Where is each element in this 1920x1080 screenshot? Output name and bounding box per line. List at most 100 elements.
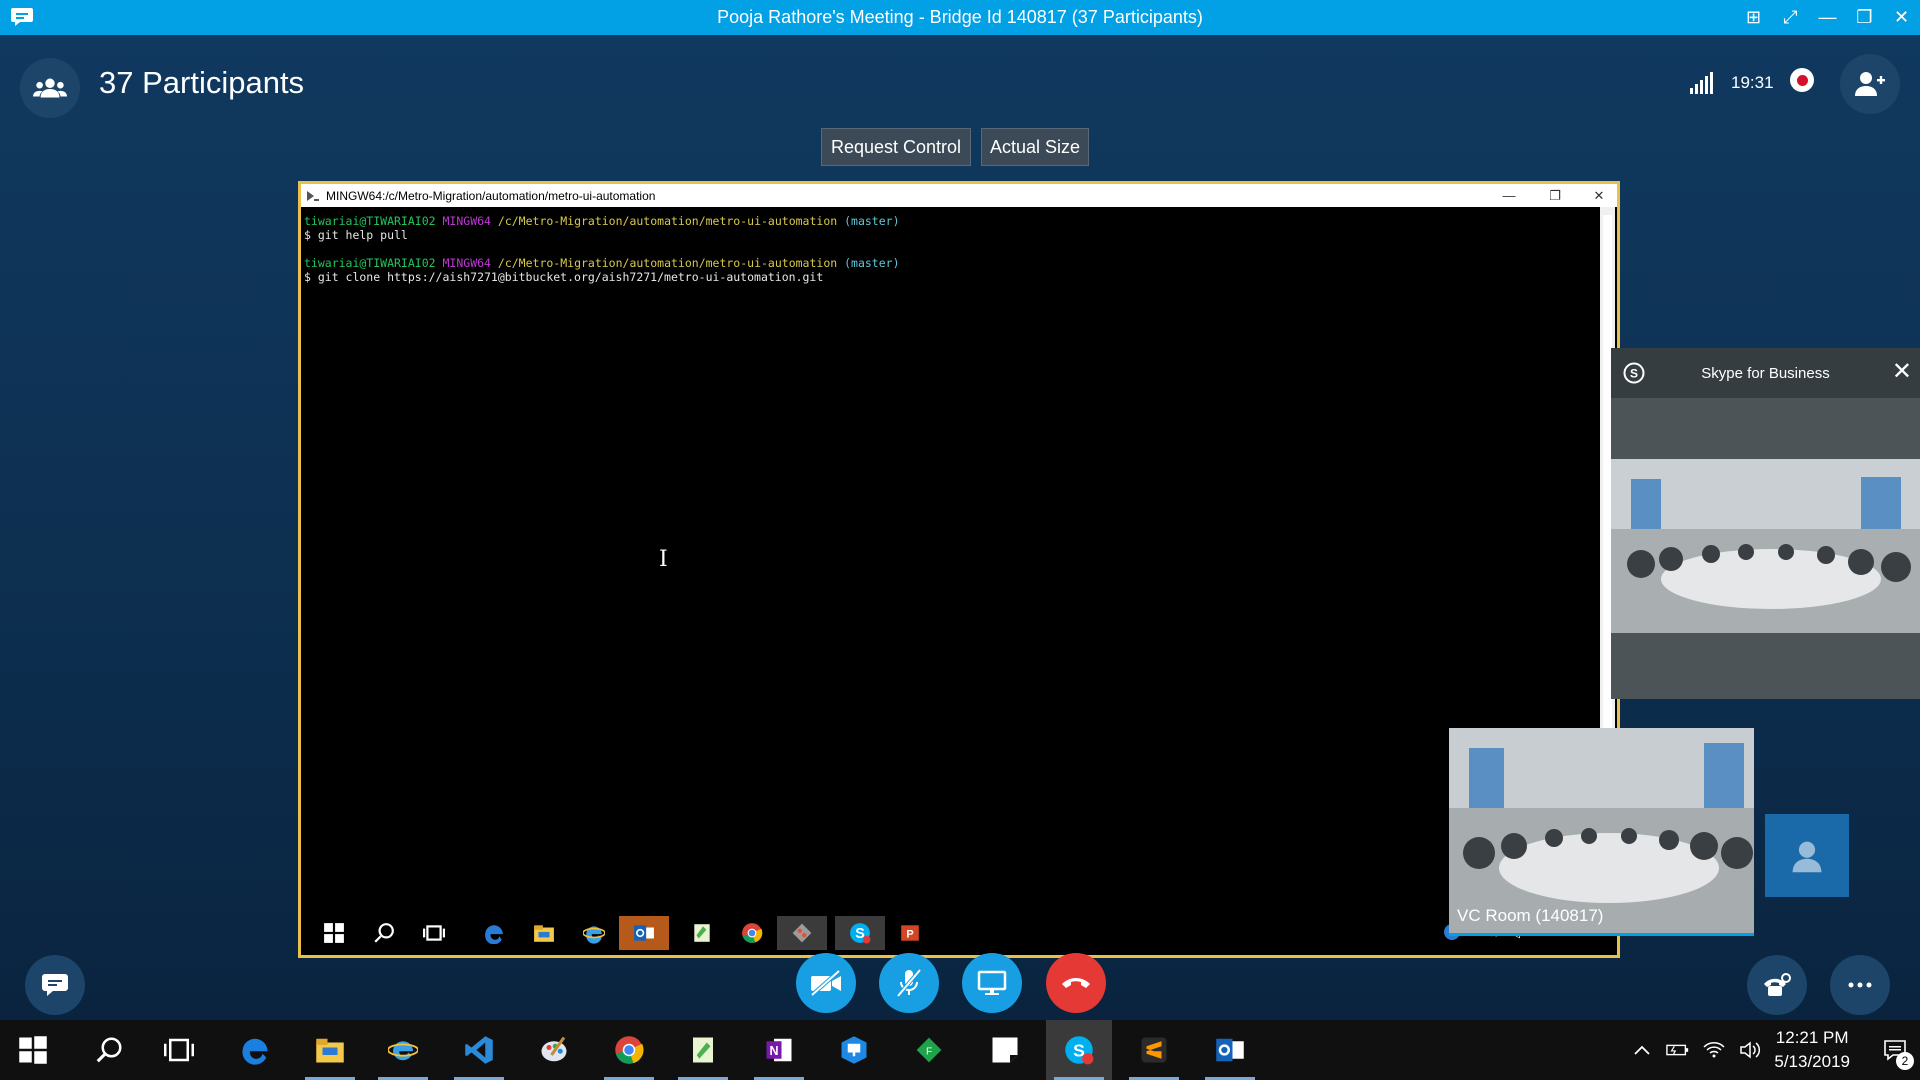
chrome-taskbar-item[interactable] — [596, 1020, 662, 1080]
more-options-button[interactable] — [1830, 955, 1890, 1015]
shared-desktop[interactable]: MINGW64:/c/Metro-Migration/automation/me… — [298, 181, 1620, 958]
search-icon — [96, 1037, 122, 1063]
remote-chrome-icon[interactable] — [735, 916, 769, 950]
terminal-output[interactable]: tiwariai@TIWARIAI02 MINGW64 /c/Metro-Mig… — [304, 214, 1600, 886]
chevron-up-icon[interactable] — [1624, 1020, 1660, 1080]
remote-git-icon[interactable] — [777, 916, 827, 950]
ie-taskbar-item[interactable] — [370, 1020, 436, 1080]
remote-start-icon[interactable] — [317, 916, 351, 950]
remote-explorer-icon[interactable] — [527, 916, 561, 950]
internet-explorer-icon — [388, 1041, 418, 1061]
chat-button[interactable] — [25, 955, 85, 1015]
search-button[interactable] — [76, 1020, 142, 1080]
remote-outlook-icon[interactable] — [619, 916, 669, 950]
start-button[interactable] — [0, 1020, 66, 1080]
restore-button[interactable]: ❐ — [1846, 0, 1883, 35]
mute-toggle-button[interactable] — [879, 953, 939, 1013]
skype-close-icon[interactable]: ✕ — [1892, 357, 1912, 386]
remote-edge-icon[interactable] — [477, 916, 511, 950]
remote-ie-icon[interactable] — [577, 916, 611, 950]
remote-search-icon[interactable] — [367, 916, 401, 950]
meeting-stage: 37 Participants 19:31 Request Control Ac… — [0, 35, 1920, 1020]
skype-panel: S Skype for Business ✕ — [1611, 348, 1920, 699]
volume-icon[interactable] — [1732, 1020, 1768, 1080]
hang-up-button[interactable] — [1046, 953, 1106, 1013]
terminal-titlebar: MINGW64:/c/Metro-Migration/automation/me… — [301, 184, 1617, 207]
conference-room-image — [1449, 728, 1754, 933]
chrome-icon — [615, 1036, 644, 1064]
remote-powerpoint-icon[interactable]: P — [893, 916, 927, 950]
request-control-button[interactable]: Request Control — [821, 128, 971, 166]
phone-settings-icon — [1764, 973, 1791, 996]
remote-taskview-icon[interactable] — [417, 916, 451, 950]
onenote-icon: N — [766, 1038, 792, 1062]
edge-taskbar-item[interactable] — [222, 1020, 288, 1080]
conference-room-image — [1611, 459, 1920, 633]
vc-room-video[interactable] — [1449, 728, 1754, 933]
vscode-taskbar-item[interactable] — [446, 1020, 512, 1080]
remote-skype-icon[interactable]: S — [835, 916, 885, 950]
terminal-close-button[interactable]: ✕ — [1579, 184, 1619, 207]
task-view-icon — [164, 1038, 194, 1062]
system-tray: 12:21 PM 5/13/2019 2 — [1624, 1020, 1920, 1080]
outlook-taskbar-item[interactable] — [1197, 1020, 1263, 1080]
notepadpp-taskbar-item[interactable] — [670, 1020, 736, 1080]
terminal-restore-button[interactable]: ❐ — [1535, 184, 1575, 207]
meeting-time: 19:31 — [1731, 73, 1774, 92]
add-participant-button[interactable] — [1840, 54, 1900, 114]
recording-indicator — [1790, 68, 1814, 92]
vscode-icon — [465, 1036, 493, 1064]
signal-strength-icon — [1690, 72, 1713, 94]
vc-room-speaking-bar — [1449, 933, 1754, 936]
ellipsis-icon — [1848, 982, 1872, 988]
svg-text:P: P — [906, 928, 913, 940]
sticky-note-icon — [992, 1037, 1018, 1063]
wifi-icon[interactable] — [1696, 1020, 1732, 1080]
sublime-taskbar-item[interactable] — [1121, 1020, 1187, 1080]
svg-text:F: F — [926, 1046, 932, 1057]
remote-desktop-taskbar-item[interactable] — [821, 1020, 887, 1080]
monitor-icon — [977, 970, 1007, 995]
dialpad-button[interactable] — [1747, 955, 1807, 1015]
action-center-button[interactable]: 2 — [1870, 1020, 1920, 1080]
share-screen-button[interactable] — [962, 953, 1022, 1013]
add-person-icon — [1855, 72, 1885, 96]
command-line: $ git clone https://aish7271@bitbucket.o… — [304, 270, 824, 284]
folder-icon — [316, 1038, 344, 1063]
taskbar-time: 12:21 PM — [1775, 1028, 1849, 1047]
participants-count[interactable]: 37 Participants — [99, 65, 304, 101]
chat-bubble-icon — [42, 974, 68, 996]
battery-icon[interactable] — [1660, 1020, 1696, 1080]
participants-button[interactable] — [20, 58, 80, 118]
fullscreen-icon[interactable]: ⤢ — [1772, 0, 1809, 35]
vc-room-label: VC Room (140817) — [1457, 906, 1604, 925]
task-view-button[interactable] — [146, 1020, 212, 1080]
skype-taskbar-item[interactable]: S — [1046, 1020, 1112, 1080]
terminal-minimize-button[interactable]: — — [1489, 184, 1529, 207]
window-controls: ⊞ ⤢ — ❐ ✕ — [1735, 0, 1920, 35]
taskbar-date: 5/13/2019 — [1774, 1052, 1850, 1071]
remote-notepad-icon[interactable] — [685, 916, 719, 950]
edge-icon — [242, 1038, 268, 1065]
text-cursor-icon: I — [659, 547, 668, 572]
windows-logo-icon — [19, 1036, 47, 1064]
green-app-taskbar-item[interactable]: F — [896, 1020, 962, 1080]
paint-taskbar-item[interactable] — [521, 1020, 587, 1080]
close-button[interactable]: ✕ — [1883, 0, 1920, 35]
camera-toggle-button[interactable] — [796, 953, 856, 1013]
onenote-taskbar-item[interactable]: N — [746, 1020, 812, 1080]
command-line: $ git help pull — [304, 228, 408, 242]
windows-taskbar: N F S 12:21 PM 5/13/2019 2 — [0, 1020, 1920, 1080]
taskbar-clock[interactable]: 12:21 PM 5/13/2019 — [1774, 1026, 1850, 1074]
minimize-button[interactable]: — — [1809, 0, 1846, 35]
self-video-avatar[interactable] — [1765, 814, 1849, 897]
remote-desktop-icon — [841, 1036, 867, 1064]
actual-size-button[interactable]: Actual Size — [981, 128, 1089, 166]
svg-text:N: N — [769, 1044, 778, 1058]
sticky-notes-taskbar-item[interactable] — [972, 1020, 1038, 1080]
layout-icon[interactable]: ⊞ — [1735, 0, 1772, 35]
people-icon — [33, 78, 67, 98]
video-off-icon — [810, 970, 841, 996]
file-explorer-taskbar-item[interactable] — [297, 1020, 363, 1080]
prompt-line: tiwariai@TIWARIAI02 MINGW64 /c/Metro-Mig… — [304, 256, 900, 270]
